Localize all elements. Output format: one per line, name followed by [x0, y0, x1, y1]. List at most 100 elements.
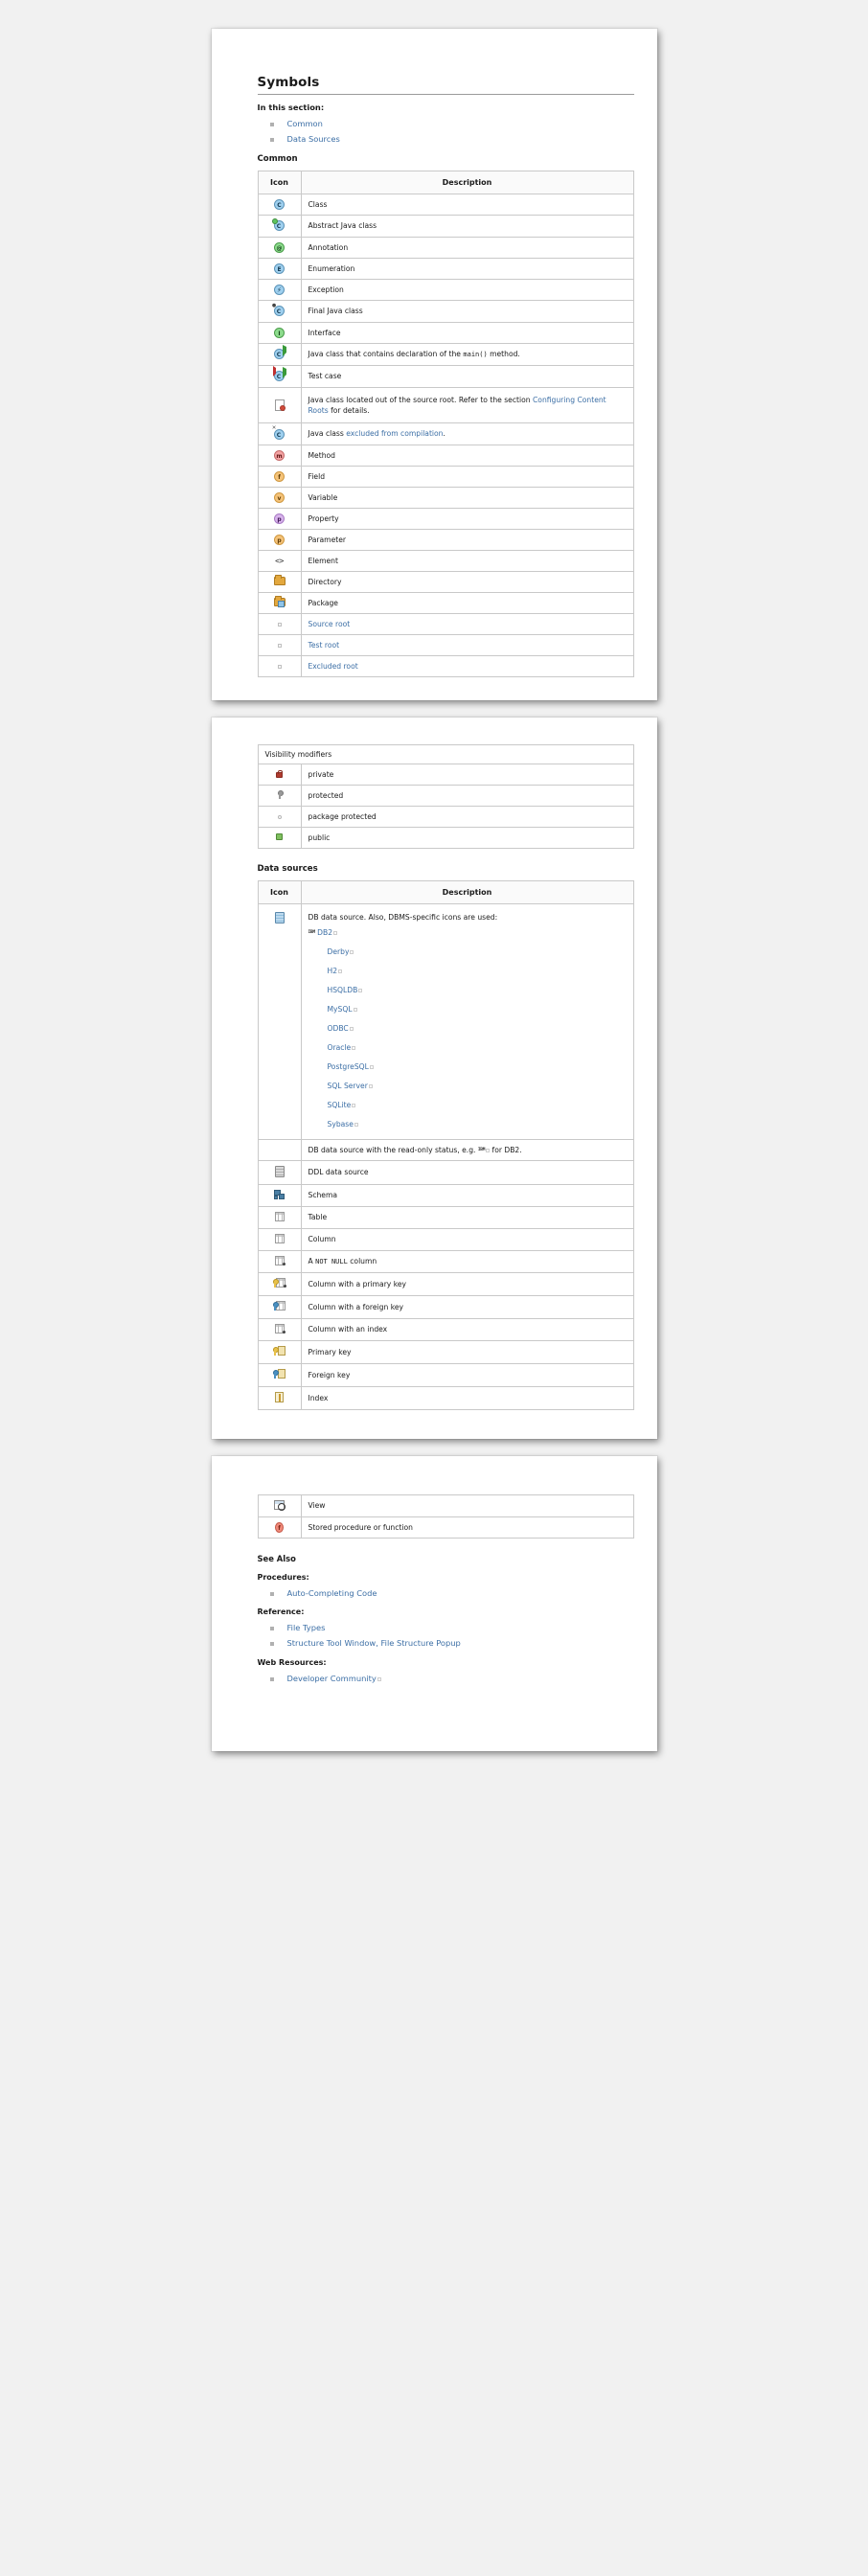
excluded-from-compilation-icon: C ✕ — [258, 422, 302, 445]
row-description: Directory — [301, 571, 634, 593]
list-item[interactable]: Oracle — [308, 1042, 627, 1053]
excluded-from-compilation-link[interactable]: excluded from compilation — [346, 429, 443, 438]
row-description: View — [301, 1494, 634, 1517]
image-placeholder-icon — [353, 1007, 357, 1012]
row-description: Column — [301, 1228, 634, 1251]
see-also-group-label-web-resources: Web Resources: — [257, 1657, 327, 1667]
vendor-link-db2[interactable]: DB2 — [317, 928, 332, 937]
list-item[interactable]: File Types — [269, 1623, 634, 1633]
list-item[interactable]: PostgreSQL — [308, 1061, 627, 1072]
see-also-link-file-types[interactable]: File Types — [287, 1623, 326, 1632]
list-item[interactable]: IBM DB2 — [308, 927, 627, 938]
see-also-link-structure-tool-window[interactable]: Structure Tool Window, File Structure Po… — [287, 1638, 461, 1648]
row-description: Java class that contains declaration of … — [301, 343, 634, 366]
test-case-icon: C — [258, 365, 302, 388]
desc-text-before: A — [308, 1256, 316, 1265]
table-header-row: Icon Description — [258, 880, 634, 904]
row-description: Final Java class — [301, 300, 634, 323]
source-root-link[interactable]: Source root — [308, 620, 351, 628]
vendor-link-hsqldb[interactable]: HSQLDB — [328, 986, 358, 994]
vendor-link-h2[interactable]: H2 — [328, 967, 338, 975]
image-placeholder-icon — [352, 1045, 356, 1050]
readonly-db-icon — [258, 1139, 302, 1161]
image-placeholder-icon — [338, 969, 343, 973]
see-also-link-developer-community[interactable]: Developer Community — [287, 1674, 377, 1683]
table-row: DDL data source — [258, 1160, 634, 1185]
row-description: Variable — [301, 487, 634, 509]
image-placeholder-icon — [354, 1122, 358, 1127]
property-icon: p — [258, 508, 302, 530]
vendor-link-derby[interactable]: Derby — [328, 947, 350, 956]
vendor-link-postgresql[interactable]: PostgreSQL — [328, 1062, 369, 1071]
desc-text-before: DB data source with the read-only status… — [308, 1145, 478, 1154]
table-row: C Abstract Java class — [258, 215, 634, 238]
row-description: A NOT NULL column — [301, 1250, 634, 1273]
stored-procedure-icon: f — [258, 1516, 302, 1539]
row-description: Schema — [301, 1184, 634, 1207]
table-row: View — [258, 1494, 634, 1517]
table-row: Package — [258, 592, 634, 614]
image-placeholder-icon — [352, 1103, 356, 1107]
vendor-link-sql-server[interactable]: SQL Server — [328, 1082, 368, 1090]
table-row: Excluded root — [258, 655, 634, 677]
vendor-link-mysql[interactable]: MySQL — [328, 1005, 353, 1014]
table-row: A NOT NULL column — [258, 1250, 634, 1273]
toc-link-common[interactable]: Common — [287, 119, 323, 128]
row-description: public — [301, 827, 634, 849]
table-row: protected — [258, 785, 634, 807]
list-item[interactable]: HSQLDB — [308, 985, 627, 995]
desc-text-after: . — [443, 429, 445, 439]
list-item[interactable]: Structure Tool Window, File Structure Po… — [269, 1638, 634, 1649]
list-item[interactable]: Common — [269, 119, 634, 129]
toc-link-data-sources[interactable]: Data Sources — [287, 134, 340, 144]
table-row: p Property — [258, 508, 634, 530]
common-symbols-table: Icon Description C Class C Abstract Java… — [257, 170, 634, 677]
excluded-root-link[interactable]: Excluded root — [308, 662, 358, 671]
table-row: DB data source. Also, DBMS-specific icon… — [258, 903, 634, 1140]
see-also-link-auto-completing-code[interactable]: Auto-Completing Code — [287, 1588, 377, 1598]
list-item[interactable]: SQL Server — [308, 1081, 627, 1091]
row-description: Table — [301, 1206, 634, 1229]
private-lock-icon — [258, 764, 302, 786]
list-item[interactable]: Sybase — [308, 1119, 627, 1129]
list-item[interactable]: Derby — [308, 946, 627, 957]
table-row: f Field — [258, 466, 634, 488]
vendor-link-odbc[interactable]: ODBC — [328, 1024, 349, 1033]
test-root-link[interactable]: Test root — [308, 641, 340, 650]
row-description: Column with a primary key — [301, 1272, 634, 1296]
enumeration-icon: E — [258, 258, 302, 280]
abstract-java-class-icon: C — [258, 215, 302, 238]
list-item[interactable]: Developer Community — [269, 1674, 634, 1684]
row-description: Exception — [301, 279, 634, 301]
table-row: I Interface — [258, 322, 634, 344]
view-icon — [258, 1494, 302, 1517]
desc-text-before: Java class that contains declaration of … — [308, 349, 464, 358]
desc-text-before: Java class — [308, 429, 347, 439]
see-also-group-label-reference: Reference: — [257, 1607, 305, 1617]
table-row: E Enumeration — [258, 258, 634, 280]
ibm-prefix-label: IBM — [308, 929, 316, 935]
out-of-source-root-icon — [258, 387, 302, 423]
table-row: Table — [258, 1206, 634, 1229]
exception-icon: ⚡ — [258, 279, 302, 301]
vendor-link-sybase[interactable]: Sybase — [328, 1120, 354, 1128]
column-index-icon — [258, 1318, 302, 1341]
row-description: Test case — [301, 365, 634, 388]
list-item[interactable]: SQLite — [308, 1100, 627, 1110]
table-row: C Java class that contains declaration o… — [258, 343, 634, 366]
column-header-description: Description — [301, 880, 634, 904]
vendor-link-oracle[interactable]: Oracle — [328, 1043, 352, 1052]
desc-text-after: method. — [487, 349, 520, 358]
image-placeholder-icon — [358, 988, 363, 992]
column-primary-key-icon — [258, 1272, 302, 1296]
list-item[interactable]: Data Sources — [269, 134, 634, 145]
document-page-3: View f Stored procedure or function See … — [211, 1455, 657, 1751]
vendor-link-sqlite[interactable]: SQLite — [328, 1101, 352, 1109]
foreign-key-icon — [258, 1363, 302, 1387]
list-item[interactable]: ODBC — [308, 1023, 627, 1034]
list-item[interactable]: Auto-Completing Code — [269, 1588, 634, 1599]
list-item[interactable]: MySQL — [308, 1004, 627, 1014]
list-item[interactable]: H2 — [308, 966, 627, 976]
element-icon: <> — [258, 550, 302, 572]
document-viewer[interactable]: Symbols In this section: Common Data Sou… — [0, 0, 868, 2576]
